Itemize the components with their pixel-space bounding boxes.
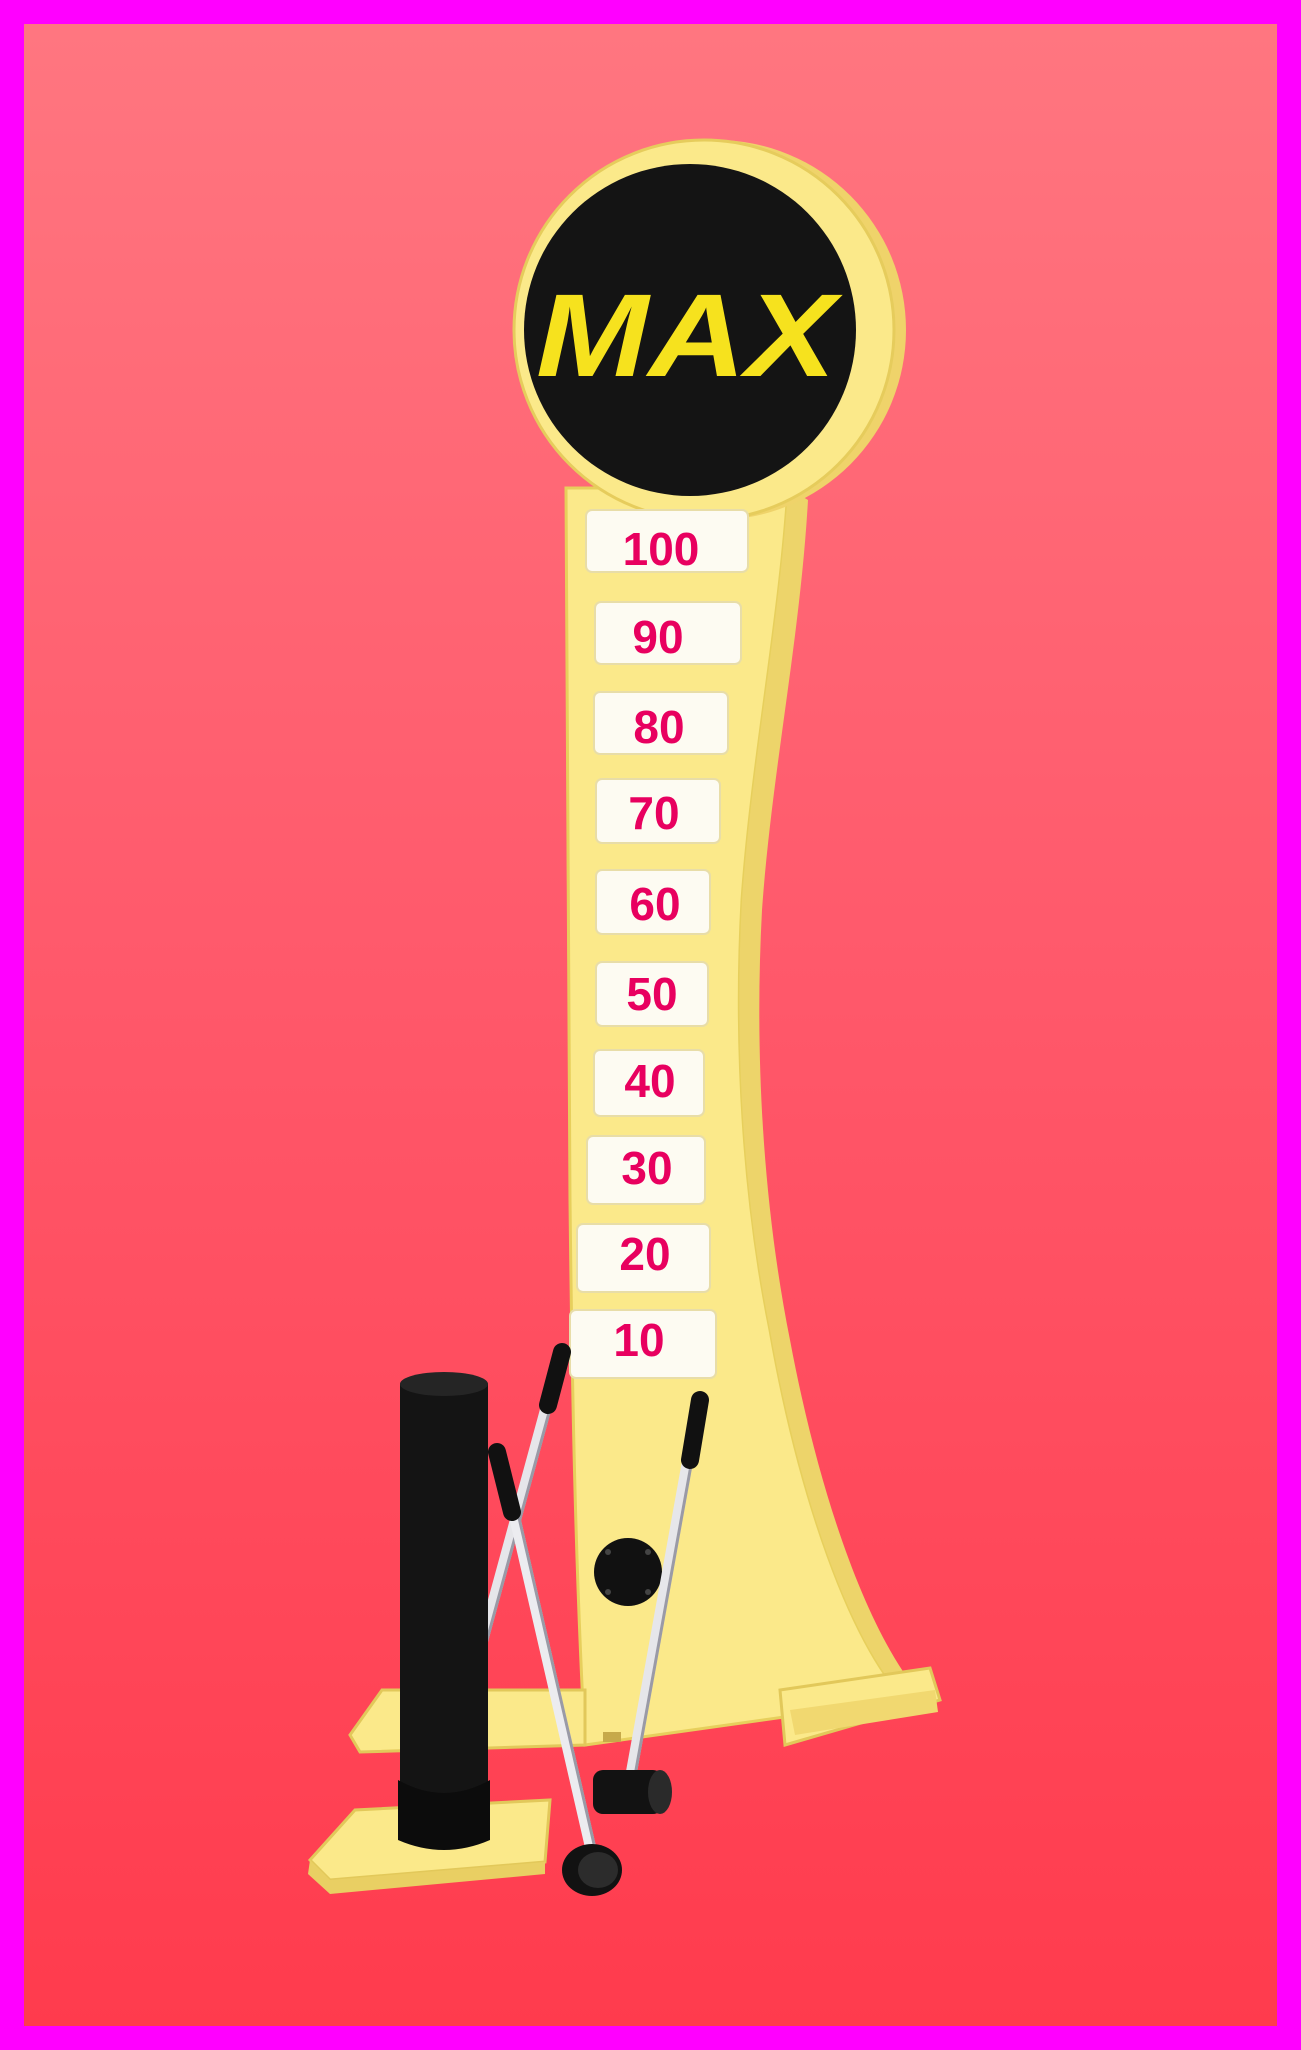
score-label: 90 bbox=[632, 611, 683, 663]
speaker-bolt bbox=[605, 1549, 611, 1555]
mallet-grip bbox=[488, 1443, 521, 1521]
score-label: 60 bbox=[629, 878, 680, 930]
speaker-bolt bbox=[645, 1589, 651, 1595]
mallet-shaft-edge bbox=[482, 1375, 561, 1652]
lock-plate bbox=[603, 1732, 621, 1742]
score-label: 100 bbox=[623, 523, 700, 575]
score-label: 80 bbox=[633, 701, 684, 753]
strike-column-top bbox=[400, 1372, 488, 1396]
score-label: 10 bbox=[613, 1314, 664, 1366]
mallet-grip bbox=[681, 1391, 709, 1469]
mallet-face bbox=[648, 1770, 672, 1814]
speaker-bolt bbox=[605, 1589, 611, 1595]
score-label: 40 bbox=[624, 1055, 675, 1107]
score-label: 30 bbox=[621, 1142, 672, 1194]
speaker-disc bbox=[594, 1538, 662, 1606]
mallet-left bbox=[474, 1343, 571, 1656]
high-striker-machine: MAX 100 90 80 70 60 50 40 30 20 10 bbox=[307, 138, 942, 1896]
strike-column bbox=[400, 1377, 488, 1798]
speaker-bolt bbox=[645, 1549, 651, 1555]
score-label: 50 bbox=[626, 968, 677, 1020]
mallet-face bbox=[578, 1852, 618, 1888]
score-label: 70 bbox=[628, 787, 679, 839]
logo-text: MAX bbox=[536, 270, 843, 402]
score-label: 20 bbox=[619, 1228, 670, 1280]
mallet-grip bbox=[539, 1343, 571, 1414]
